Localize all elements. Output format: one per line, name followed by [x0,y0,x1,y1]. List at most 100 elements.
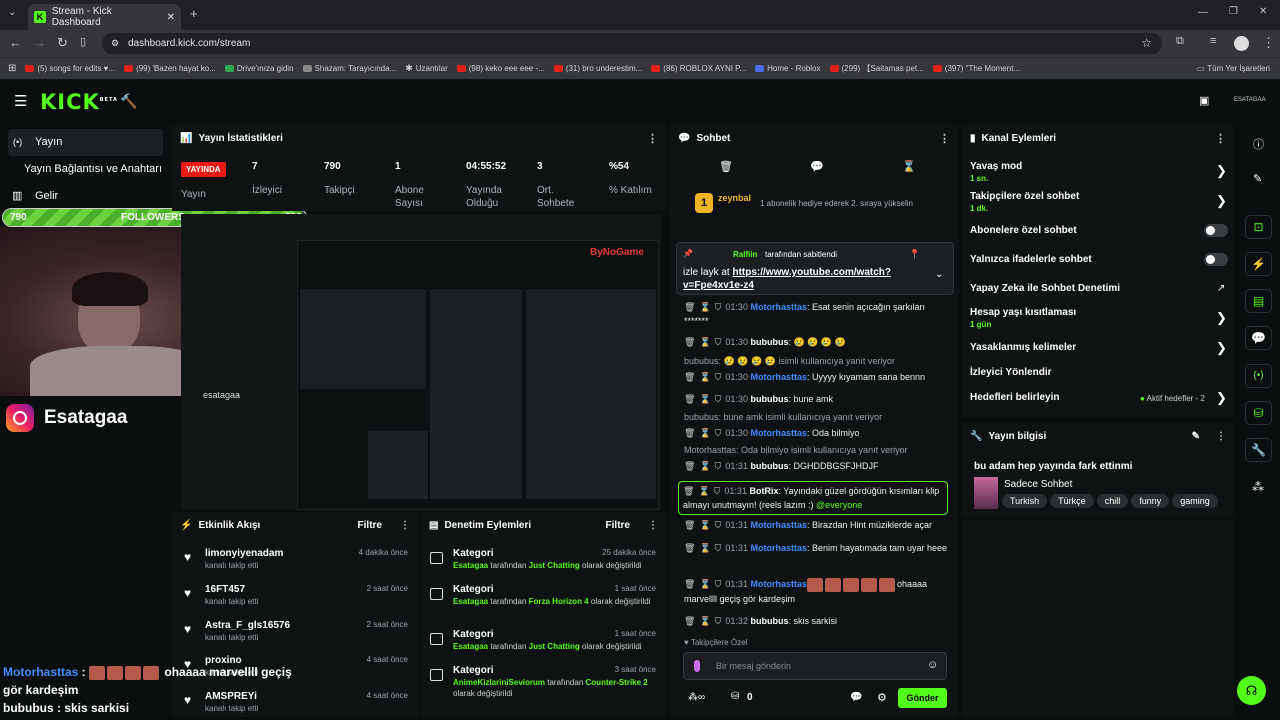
sidebar-item-gelir[interactable]: Gelir [35,190,58,202]
tag[interactable]: chill [1096,494,1129,508]
reload-icon[interactable]: ↻ [57,35,68,51]
send-button[interactable]: Gönder [898,688,947,708]
message-user[interactable]: Motorhasttas [750,302,807,312]
delete-message-icon[interactable]: 🗑 [683,486,694,496]
back-icon[interactable]: ← [9,35,22,50]
kick-logo[interactable]: KICKBETA [40,90,118,114]
bookmark-item[interactable]: (31) bro underestim... [553,64,642,73]
timeout-icon[interactable]: ⌛ [699,461,710,471]
external-link-icon[interactable]: ↗ [1217,283,1225,294]
message-mention[interactable]: @everyone [816,500,862,510]
timeout-icon[interactable]: ⌛ [699,543,710,553]
timeout-icon[interactable]: ⌛ [699,337,710,347]
delete-message-icon[interactable]: 🗑 [684,543,695,553]
more-icon[interactable]: ⋮ [1216,431,1226,442]
bookmark-item[interactable]: (397) "The Moment... [932,64,1020,73]
message-user[interactable]: Motorhasttas [750,543,807,553]
minimize-icon[interactable]: — [1198,7,1208,18]
pencil-icon[interactable]: ✎ [1253,172,1262,185]
message-user[interactable]: bububus [750,616,788,626]
vault-icon[interactable]: ⛁ [731,691,739,702]
message-user[interactable]: Motorhasttas [750,520,807,530]
hamburger-menu-icon[interactable]: ☰ [14,92,27,110]
timeout-icon[interactable]: ⌛ [699,520,710,530]
tag[interactable]: gaming [1172,494,1218,508]
rail-camera-icon[interactable]: ⊡ [1245,215,1272,239]
message-user[interactable]: Motorhasttas [750,372,807,382]
timeout-icon[interactable]: ⌛ [699,302,710,312]
new-tab-icon[interactable]: + [190,6,198,21]
tools-icon[interactable]: 🔨 [120,93,137,110]
all-bookmarks[interactable]: ▭ Tüm Yer İşaretleri [1197,64,1280,73]
delete-message-icon[interactable]: 🗑 [684,616,695,626]
action-ai-moderation[interactable]: Yapay Zeka ile Sohbet Denetimi [970,283,1120,294]
delete-message-icon[interactable]: 🗑 [684,579,695,589]
browser-tab[interactable]: K Stream - Kick Dashboard ✕ [28,4,181,30]
unpin-icon[interactable]: 📍 [909,249,920,260]
help-support-icon[interactable]: ☊ [1237,676,1266,705]
delete-message-icon[interactable]: 🗑 [684,461,695,471]
timeout-icon[interactable]: ⌛ [699,372,710,382]
action-banned-words[interactable]: Yasaklanmış kelimeler [970,342,1076,353]
delete-message-icon[interactable]: 🗑 [684,372,695,382]
rail-document-icon[interactable]: ▤ [1245,289,1272,313]
delete-message-icon[interactable]: 🗑 [684,394,695,404]
creator-icon[interactable]: ▣ [1199,94,1209,107]
more-icon[interactable]: ⋮ [400,520,410,531]
menu-icon[interactable]: ⋮ [1262,35,1275,51]
more-icon[interactable]: ⋮ [1215,132,1226,145]
sidebar-item-stream-key[interactable]: Yayın Bağlantısı ve Anahtarı [24,163,162,175]
message-user[interactable]: bububus [750,461,788,471]
sidebar-item-yayin[interactable]: (•) Yayın [8,129,163,156]
timeout-icon[interactable]: ⌛ [699,394,710,404]
action-slow-mode[interactable]: Yavaş mod 1 sn. [970,161,1022,183]
expand-chevron-icon[interactable]: ⌄ [935,269,943,280]
message-user[interactable]: Motorhasttas [750,579,807,589]
bookmark-item[interactable]: (5) songs for edits ♥... [25,64,115,73]
forward-icon[interactable]: → [33,35,46,50]
chevron-right-icon[interactable]: ❯ [1216,340,1227,356]
message-user[interactable]: Motorhasttas [750,428,807,438]
tag[interactable]: Turkish [1002,494,1048,508]
chat-input[interactable]: Bir mesaj gönderin ☺ [683,652,947,680]
tab-list-icon[interactable]: ⌄ [8,7,16,18]
more-icon[interactable]: ⋮ [647,132,658,145]
edit-pencil-icon[interactable]: ✎ [1192,431,1200,442]
profile-avatar[interactable] [1234,36,1249,51]
subscribers-only-toggle[interactable] [1204,224,1228,237]
bookmark-item[interactable]: Drive'ınıza gidin [224,64,294,73]
close-tab-icon[interactable]: ✕ [167,12,175,23]
category-name[interactable]: Sadece Sohbet [1004,479,1072,490]
delete-message-icon[interactable]: 🗑 [684,428,695,438]
delete-message-icon[interactable]: 🗑 [684,302,695,312]
chevron-right-icon[interactable]: ❯ [1216,163,1227,179]
url-field[interactable]: ⚙ dashboard.kick.com/stream ☆ [102,33,1162,54]
message-user[interactable]: bububus [750,337,788,347]
more-icon[interactable]: ⋮ [939,132,950,145]
emotes-only-toggle[interactable] [1204,253,1228,266]
timeout-icon[interactable]: ⌛ [699,428,710,438]
extensions-icon[interactable]: ⧉ [1176,35,1184,48]
rail-wrench-icon[interactable]: 🔧 [1245,438,1272,462]
bookmark-item[interactable]: Home - Roblox [755,64,821,73]
action-goals[interactable]: Hedefleri belirleyin [970,392,1059,403]
timeout-icon[interactable]: ⌛ [699,616,710,626]
media-icon[interactable]: ≡ [1210,35,1216,47]
activity-filter-button[interactable]: Filtre [358,520,382,531]
bookmark-item[interactable]: (299) 【Saitamas pet... [829,63,924,74]
top-gifter-name[interactable]: zeynbal [718,193,751,203]
delete-message-icon[interactable]: 🗑 [684,520,695,530]
bookmark-item[interactable]: (98) keko eee eee -... [456,64,545,73]
channel-points-icon[interactable]: ⁂∞ [688,692,705,703]
apps-icon[interactable]: ⊞ [8,63,16,74]
chevron-right-icon[interactable]: ❯ [1216,310,1227,326]
hourglass-icon[interactable]: ⌛ [902,160,916,173]
settings-gear-icon[interactable]: ⚙ [877,691,887,704]
more-icon[interactable]: ⋮ [648,520,658,531]
timeout-icon[interactable]: ⌛ [699,579,710,589]
action-account-age[interactable]: Hesap yaşı kısıtlaması 1 gün [970,307,1076,329]
rail-save-icon[interactable]: ⛁ [1245,401,1272,425]
bookmark-star-icon[interactable]: ☆ [1141,33,1152,54]
bookmark-item[interactable]: (99) 'Bazen hayat ko... [124,64,216,73]
timeout-icon[interactable]: ⌛ [698,486,709,496]
